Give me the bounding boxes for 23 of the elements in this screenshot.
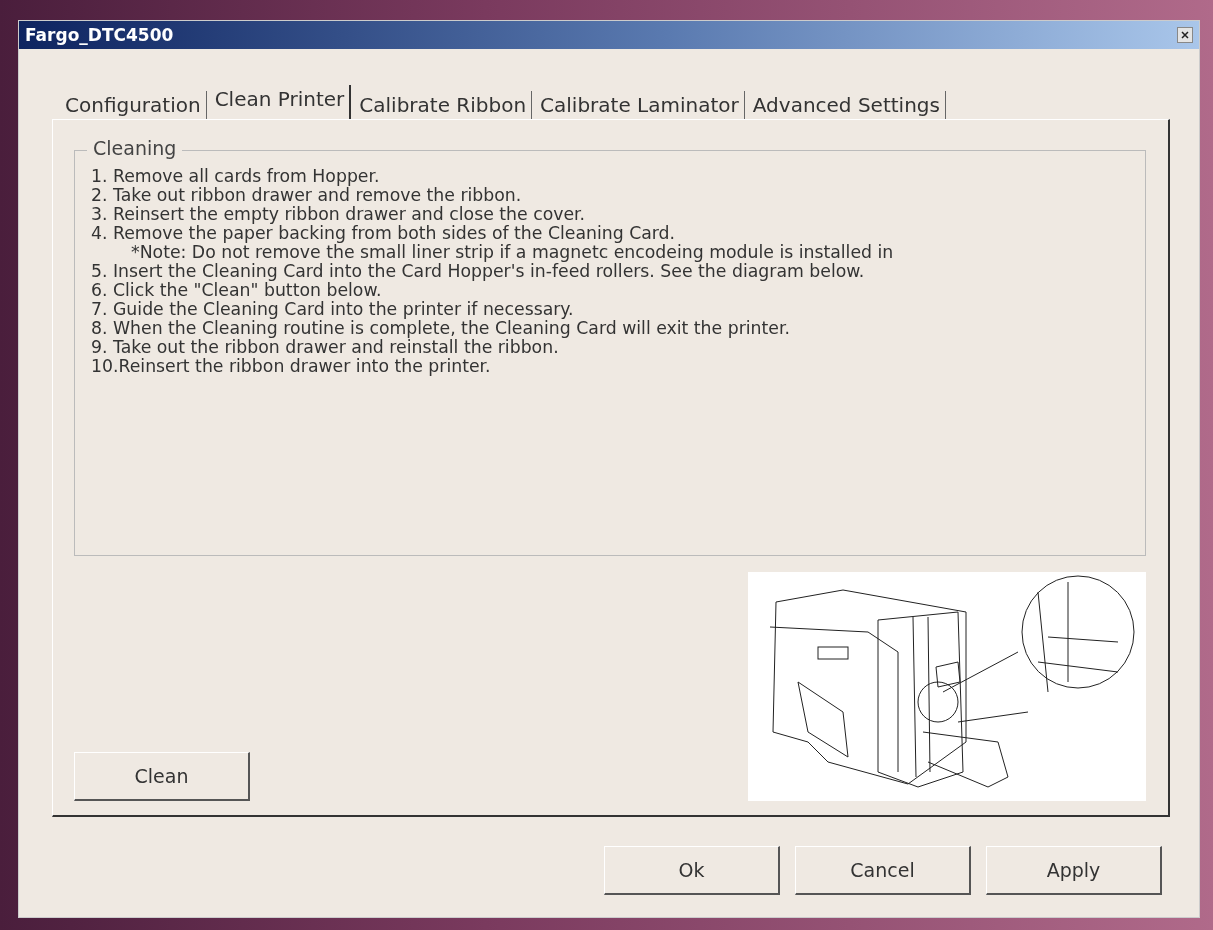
step-text: 1. Remove all cards from Hopper. [91, 167, 381, 186]
step-text: 9. Take out the ribbon drawer and reinstall the ribbon. [91, 338, 559, 357]
tab[interactable]: Clean Printer [212, 85, 352, 119]
step-text: 5. Insert the Cleaning Card into the Card Hopper's in-feed rollers. See the diagram below. [91, 262, 866, 281]
step-text: 10.Reinsert the ribbon drawer into the printer. [91, 357, 492, 376]
null[interactable]: Cancel [795, 846, 971, 895]
group-title: Cleaning [87, 137, 183, 159]
null[interactable]: Ok [604, 846, 780, 895]
step-text: 3. Reinsert the empty ribbon drawer and close the cover. [91, 205, 587, 224]
note-text: *Note: Do not remove the small liner strip if a magnetc encodeing module is installed in [130, 243, 895, 262]
tab[interactable]: Advanced Settings [750, 91, 946, 119]
step-text: 4. Remove the paper backing from both sides of the Cleaning Card. [91, 224, 677, 243]
step-text: 7. Guide the Cleaning Card into the printer if necessary. [91, 300, 575, 319]
clean-button[interactable]: Clean [74, 752, 250, 801]
step-text: 6. Click the "Clean" button below. [91, 281, 383, 300]
window-title: Fargo_DTC4500 [25, 25, 174, 45]
close-icon[interactable] [1177, 27, 1193, 43]
tab[interactable]: Calibrate Ribbon [357, 91, 533, 119]
step-text: 2. Take out ribbon drawer and remove the ribbon. [91, 186, 523, 205]
null[interactable]: Apply [986, 846, 1162, 895]
step-text: 8. When the Cleaning routine is complete, the Cleaning Card will exit the printer. [91, 319, 791, 338]
tab[interactable]: Calibrate Laminator [538, 91, 745, 119]
tab[interactable]: Configuration [63, 91, 207, 119]
